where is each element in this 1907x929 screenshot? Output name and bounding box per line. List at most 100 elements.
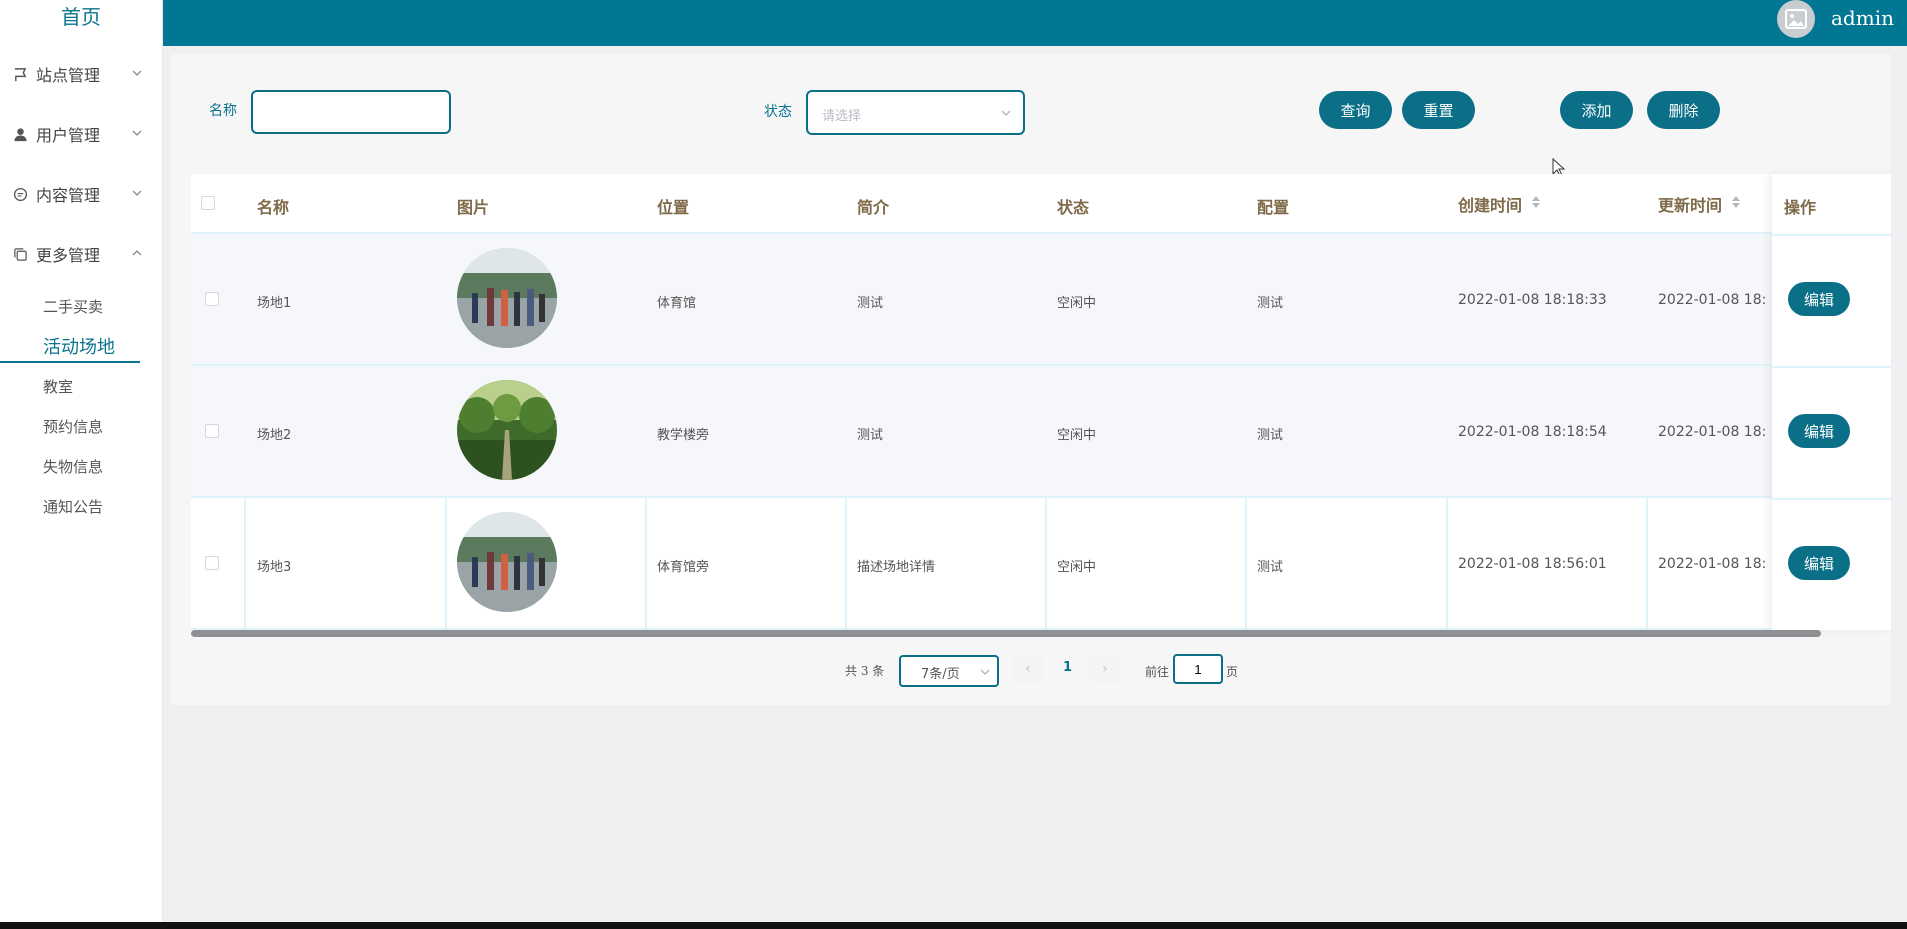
add-button[interactable]: 添加 xyxy=(1560,91,1633,129)
column-header-location: 位置 xyxy=(657,198,690,217)
delete-button[interactable]: 删除 xyxy=(1647,91,1720,129)
column-header-config: 配置 xyxy=(1257,198,1290,217)
user-icon xyxy=(12,126,28,142)
sidebar-item-content-management[interactable]: 内容管理 xyxy=(0,172,163,216)
flag-icon xyxy=(12,66,28,82)
column-header-status: 状态 xyxy=(1057,198,1090,217)
column-header-image: 图片 xyxy=(457,198,490,217)
table-header: 名称 图片 位置 简介 状态 配置 创建时间 更新时间 xyxy=(191,174,1891,234)
row-checkbox[interactable] xyxy=(205,424,219,438)
status-select-placeholder: 请选择 xyxy=(822,109,862,124)
cell-config: 测试 xyxy=(1257,560,1284,575)
venue-image xyxy=(457,512,557,612)
sidebar: 首页 站点管理 用户管理 内容管理 更多管理 二手买卖 活动场地 教室 预约信息… xyxy=(0,0,163,922)
cell-intro: 测试 xyxy=(857,296,884,311)
sidebar-subitem-reservations[interactable]: 预约信息 xyxy=(43,416,103,437)
row-checkbox[interactable] xyxy=(205,292,219,306)
chevron-up-icon xyxy=(132,250,142,256)
sidebar-item-label: 更多管理 xyxy=(36,246,101,265)
edit-button[interactable]: 编辑 xyxy=(1788,546,1850,580)
chevron-down-icon xyxy=(132,130,142,136)
horizontal-scrollbar[interactable] xyxy=(191,630,1821,637)
cell-updated: 2022-01-08 18: xyxy=(1658,556,1767,572)
cell-status: 空闲中 xyxy=(1057,428,1097,443)
sort-icon[interactable] xyxy=(1531,195,1541,209)
chevron-down-icon xyxy=(132,190,142,196)
page-number-current[interactable]: 1 xyxy=(1063,660,1072,675)
sidebar-subitem-notices[interactable]: 通知公告 xyxy=(43,496,103,517)
active-indicator xyxy=(0,361,140,363)
cell-config: 测试 xyxy=(1257,428,1284,443)
cell-created: 2022-01-08 18:18:54 xyxy=(1458,424,1607,440)
column-header-name: 名称 xyxy=(257,198,290,217)
prev-page-button[interactable]: ‹ xyxy=(1013,655,1043,683)
reset-button[interactable]: 重置 xyxy=(1402,91,1475,129)
page-suffix: 页 xyxy=(1226,665,1239,679)
header-divider xyxy=(1772,234,1891,236)
cell-location: 教学楼旁 xyxy=(657,428,710,443)
cell-location: 体育馆 xyxy=(657,296,697,311)
row-checkbox[interactable] xyxy=(205,556,219,570)
cell-name: 场地1 xyxy=(257,296,292,311)
page-size-select[interactable]: 7条/页 xyxy=(899,655,999,687)
sidebar-subitem-lost-found[interactable]: 失物信息 xyxy=(43,456,103,477)
column-header-actions: 操作 xyxy=(1784,198,1817,217)
bottom-border xyxy=(0,922,1907,929)
username[interactable]: admin xyxy=(1831,6,1894,30)
sidebar-item-site-management[interactable]: 站点管理 xyxy=(0,52,163,96)
cell-status: 空闲中 xyxy=(1057,296,1097,311)
sidebar-item-label: 内容管理 xyxy=(36,186,101,205)
cell-created: 2022-01-08 18:56:01 xyxy=(1458,556,1607,572)
venue-image xyxy=(457,248,557,348)
goto-page-input[interactable] xyxy=(1173,654,1223,684)
column-header-created[interactable]: 创建时间 xyxy=(1458,192,1522,216)
edit-button[interactable]: 编辑 xyxy=(1788,282,1850,316)
chat-icon xyxy=(12,186,28,202)
cell-updated: 2022-01-08 18: xyxy=(1658,424,1767,440)
venue-table: 名称 图片 位置 简介 状态 配置 创建时间 更新时间 场地1 体育馆 测试 空… xyxy=(191,174,1891,630)
pagination-total: 共 3 条 xyxy=(845,664,885,678)
cell-name: 场地2 xyxy=(257,428,292,443)
status-label: 状态 xyxy=(764,104,792,120)
next-page-button[interactable]: › xyxy=(1090,655,1120,683)
chevron-down-icon xyxy=(1001,110,1011,116)
table-row: 场地2 教学楼旁 测试 空闲中 测试 2022-01-08 18:18:54 2… xyxy=(191,366,1891,498)
sidebar-subitem-second-hand[interactable]: 二手买卖 xyxy=(43,296,103,317)
cell-name: 场地3 xyxy=(257,560,292,575)
sidebar-subitem-venues[interactable]: 活动场地 xyxy=(43,333,115,359)
copy-icon xyxy=(12,246,28,262)
status-select[interactable]: 请选择 xyxy=(806,90,1025,135)
row-divider xyxy=(1772,498,1891,500)
goto-label: 前往 xyxy=(1145,665,1170,679)
cell-location: 体育馆旁 xyxy=(657,560,710,575)
sidebar-home-link[interactable]: 首页 xyxy=(0,0,162,34)
page-size-value: 7条/页 xyxy=(921,667,960,682)
name-label: 名称 xyxy=(209,103,237,119)
query-button[interactable]: 查询 xyxy=(1319,91,1392,129)
operations-column: 操作 编辑 编辑 编辑 xyxy=(1772,174,1891,630)
avatar[interactable] xyxy=(1777,0,1815,38)
cell-status: 空闲中 xyxy=(1057,560,1097,575)
chevron-down-icon xyxy=(132,70,142,76)
column-header-intro: 简介 xyxy=(857,198,890,217)
cell-intro: 描述场地详情 xyxy=(857,560,936,575)
sidebar-item-more-management[interactable]: 更多管理 xyxy=(0,232,163,276)
image-icon xyxy=(1785,9,1807,29)
row-divider xyxy=(1772,366,1891,368)
sort-icon[interactable] xyxy=(1731,195,1741,209)
edit-button[interactable]: 编辑 xyxy=(1788,414,1850,448)
cell-updated: 2022-01-08 18: xyxy=(1658,292,1767,308)
column-header-updated[interactable]: 更新时间 xyxy=(1658,192,1722,216)
table-row: 场地1 体育馆 测试 空闲中 测试 2022-01-08 18:18:33 20… xyxy=(191,234,1891,366)
chevron-down-icon xyxy=(980,669,990,675)
sidebar-item-label: 站点管理 xyxy=(36,66,101,85)
select-all-checkbox[interactable] xyxy=(201,196,215,210)
venue-image xyxy=(457,380,557,480)
sidebar-subitem-classroom[interactable]: 教室 xyxy=(43,376,73,397)
sidebar-item-user-management[interactable]: 用户管理 xyxy=(0,112,163,156)
cell-config: 测试 xyxy=(1257,296,1284,311)
top-header xyxy=(163,0,1907,46)
sidebar-item-label: 用户管理 xyxy=(36,126,101,145)
cell-intro: 测试 xyxy=(857,428,884,443)
name-input[interactable] xyxy=(251,90,451,134)
